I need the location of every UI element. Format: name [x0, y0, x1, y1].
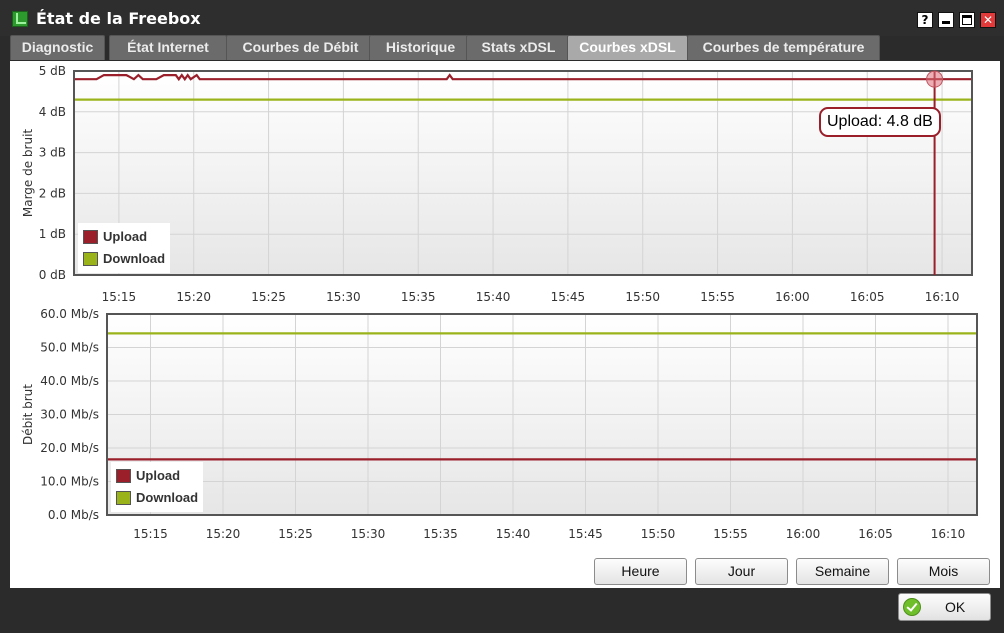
- y-tick-label: 1 dB: [39, 227, 66, 241]
- tab-etat-internet[interactable]: État Internet: [109, 35, 227, 60]
- range-month-button[interactable]: Mois: [897, 558, 990, 585]
- x-tick-label: 15:15: [102, 290, 137, 304]
- x-tick-label: 16:05: [850, 290, 885, 304]
- x-tick-label: 16:00: [786, 527, 821, 541]
- window-title: État de la Freebox: [36, 9, 201, 28]
- legend-upload-label: Upload: [103, 229, 148, 244]
- y-tick-label: 30.0 Mb/s: [40, 408, 99, 422]
- y-tick-label: 3 dB: [39, 146, 66, 160]
- tab-courbes-debit[interactable]: Courbes de Débit: [226, 35, 375, 60]
- range-hour-button[interactable]: Heure: [594, 558, 687, 585]
- title-bar: État de la Freebox ? ✕: [0, 0, 1004, 36]
- chart-tooltip: Upload: 4.8 dB: [819, 107, 941, 137]
- range-week-button[interactable]: Semaine: [796, 558, 889, 585]
- tab-courbes-temperature[interactable]: Courbes de température: [687, 35, 880, 60]
- freebox-app-icon: [12, 11, 28, 27]
- download-swatch: [83, 252, 98, 266]
- x-tick-label: 15:50: [625, 290, 660, 304]
- y-tick-label: 4 dB: [39, 105, 66, 119]
- tab-historique[interactable]: Historique: [369, 35, 472, 60]
- x-tick-label: 15:15: [133, 527, 168, 541]
- x-tick-label: 15:55: [700, 290, 735, 304]
- legend-download-label: Download: [136, 490, 199, 505]
- help-button[interactable]: ?: [917, 12, 933, 28]
- y-tick-label: 0 dB: [39, 268, 66, 282]
- x-tick-label: 15:35: [423, 527, 458, 541]
- legend-item-download: Download: [116, 487, 198, 509]
- x-tick-label: 15:25: [251, 290, 286, 304]
- dialog-footer: [0, 588, 1004, 633]
- minimize-button[interactable]: [938, 12, 954, 28]
- x-tick-label: 15:35: [401, 290, 436, 304]
- x-tick-label: 15:20: [206, 527, 241, 541]
- y-tick-label: 0.0 Mb/s: [48, 508, 99, 522]
- x-tick-label: 15:45: [568, 527, 603, 541]
- legend-download-label: Download: [103, 251, 166, 266]
- ok-button[interactable]: OK: [898, 593, 991, 621]
- upload-swatch: [116, 469, 131, 483]
- range-day-button[interactable]: Jour: [695, 558, 788, 585]
- y-axis-title: Marge de bruit: [21, 129, 35, 218]
- x-tick-label: 15:20: [176, 290, 211, 304]
- close-button[interactable]: ✕: [980, 12, 996, 28]
- x-tick-label: 15:30: [351, 527, 386, 541]
- x-tick-label: 15:40: [496, 527, 531, 541]
- x-tick-label: 15:45: [551, 290, 586, 304]
- tab-diagnostic[interactable]: Diagnostic: [10, 35, 105, 60]
- x-tick-label: 16:10: [925, 290, 960, 304]
- tab-courbes-xdsl[interactable]: Courbes xDSL: [567, 35, 688, 60]
- y-axis-title: Débit brut: [21, 384, 35, 445]
- hover-marker: [926, 70, 944, 88]
- maximize-button[interactable]: [959, 12, 975, 28]
- x-tick-label: 15:25: [278, 527, 313, 541]
- check-icon: [903, 598, 921, 616]
- ok-label: OK: [945, 599, 966, 615]
- y-tick-label: 40.0 Mb/s: [40, 374, 99, 388]
- upload-swatch: [83, 230, 98, 244]
- x-tick-label: 15:50: [641, 527, 676, 541]
- y-tick-label: 60.0 Mb/s: [40, 307, 99, 321]
- legend-item-upload: Upload: [83, 226, 165, 248]
- x-tick-label: 16:10: [931, 527, 966, 541]
- x-tick-label: 15:55: [713, 527, 748, 541]
- x-tick-label: 15:40: [476, 290, 511, 304]
- legend-upload-label: Upload: [136, 468, 181, 483]
- chart1-legend: Upload Download: [78, 223, 171, 273]
- x-tick-label: 16:00: [775, 290, 810, 304]
- x-tick-label: 16:05: [858, 527, 893, 541]
- tab-stats-xdsl[interactable]: Stats xDSL: [466, 35, 571, 60]
- legend-item-upload: Upload: [116, 465, 198, 487]
- y-tick-label: 20.0 Mb/s: [40, 441, 99, 455]
- x-tick-label: 15:30: [326, 290, 361, 304]
- y-tick-label: 10.0 Mb/s: [40, 475, 99, 489]
- chart2-legend: Upload Download: [111, 462, 204, 512]
- y-tick-label: 2 dB: [39, 186, 66, 200]
- y-tick-label: 50.0 Mb/s: [40, 341, 99, 355]
- content-panel: 0 dB 1 dB 2 dB 3 dB 4 dB 5 dB 15:15 15:20 15:25 1…: [10, 61, 1000, 588]
- plot-area: [74, 71, 972, 275]
- legend-item-download: Download: [83, 248, 165, 270]
- download-swatch: [116, 491, 131, 505]
- y-tick-label: 5 dB: [39, 64, 66, 78]
